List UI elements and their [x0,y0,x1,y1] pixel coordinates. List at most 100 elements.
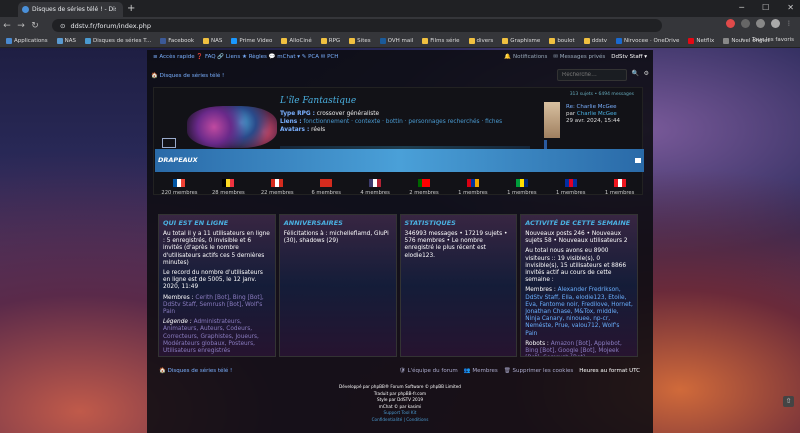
flags-title: DRAPEAUX [158,156,198,164]
site-info-icon[interactable]: ⊙ [60,22,65,30]
bookmark[interactable]: AlloCiné [281,37,312,44]
flag-icon [369,178,382,187]
folder-icon [468,37,475,44]
breadcrumb[interactable]: 🏠 Disques de séries télé ! [151,73,224,79]
crystals-image [187,106,277,148]
flag-item[interactable]: 1 membres [546,172,595,202]
reload-icon[interactable]: ↻ [28,21,42,31]
weekly-members[interactable]: Alexander Fredrikson, DdStv Staff, Ella,… [525,287,633,336]
panel-title: STATISTIQUES [404,219,456,227]
bookmark[interactable]: boulot [549,37,575,44]
url-field[interactable]: ⊙ ddstv.fr/forum/index.php [52,19,662,32]
bookmark[interactable]: Sites [349,37,371,44]
search-input[interactable] [557,69,627,81]
topic-stats: 313 sujets • 6494 messages [569,92,634,97]
url-text: ddstv.fr/forum/index.php [70,21,151,30]
flag-icon [222,178,235,187]
folder-icon [320,37,327,44]
folder-icon [583,37,590,44]
breadcrumb[interactable]: 🏠 Disques de séries télé ! [159,368,232,374]
folder-icon [502,37,509,44]
bookmark[interactable]: NAS [56,37,76,44]
folder-icon [549,37,556,44]
close-window-icon[interactable]: ✕ [787,3,794,12]
forum-topnav: ≡ Accès rapide ❓ FAQ 🔗 Liens ★ Règles 💬 … [147,50,653,64]
extension-icon[interactable] [741,19,750,28]
minimize-icon[interactable]: ─ [739,3,744,12]
last-post: 313 sujets • 6494 messages Re: Charlie M… [544,92,634,144]
flag-item[interactable]: 1 membres [448,172,497,202]
facebook-icon [160,37,167,44]
delete-cookies-link[interactable]: 🗑 Supprimer les cookies [504,368,573,374]
quick-links[interactable]: ≡ Accès rapide ❓ FAQ 🔗 Liens ★ Règles 💬 … [153,54,338,60]
bookmark[interactable]: Applications [6,37,48,44]
panel-title: ANNIVERSAIRES [283,219,343,227]
bookmark[interactable]: Graphisme [502,37,540,44]
last-post-date: 29 avr. 2024, 15:44 [566,118,620,124]
bookmarks-bar: Applications NAS Disques de séries T... … [0,34,800,48]
privacy-terms-links[interactable]: Confidentialité | Conditions [300,417,500,424]
rpg-info: Type RPG : crossover généraliste Liens :… [280,111,503,133]
folder-icon [281,37,288,44]
flag-item[interactable]: 2 membres [400,172,449,202]
private-messages-link[interactable]: ✉ Messages privés [553,54,605,60]
bookmark[interactable]: ddstv [583,37,607,44]
flag-icon [564,178,577,187]
flag-item[interactable]: 1 membres [497,172,546,202]
maximize-icon[interactable]: ☐ [762,3,769,12]
flag-icon [173,178,186,187]
notifications-link[interactable]: 🔔 Notifications [504,54,547,60]
user-menu[interactable]: DdStv Staff ▾ [611,54,647,60]
rpg-title[interactable]: L'île Fantastique [280,96,356,106]
flag-item[interactable]: 4 membres [351,172,400,202]
extension-icon[interactable] [726,19,735,28]
flag-item[interactable]: 1 membres [595,172,644,202]
search-icon[interactable]: 🔍 [632,70,639,77]
forum-footer-nav: 🏠 Disques de séries télé ! 🛡 L'équipe du… [155,365,644,377]
flag-count: 2 membres [409,189,439,196]
bookmark[interactable]: Facebook [160,37,194,44]
flag-count: 1 membres [458,189,488,196]
rpg-links[interactable]: fonctionnement · contexte · bottin · per… [303,119,502,125]
avatar[interactable] [544,102,560,138]
bookmark[interactable]: Nirvocee · OneDrive [615,37,679,44]
menu-icon[interactable]: ⋮ [786,20,792,27]
address-bar-row: ← → ↻ ⊙ ddstv.fr/forum/index.php ⋮ [0,17,800,34]
flag-item[interactable]: 6 membres [302,172,351,202]
flag-item[interactable]: 220 membres [155,172,204,202]
folder-icon [203,37,210,44]
all-bookmarks[interactable]: » Tous les favoris [741,37,794,43]
team-link[interactable]: 🛡 L'équipe du forum [399,368,458,374]
members-link[interactable]: 👥 Membres [464,368,498,374]
ovh-icon [379,37,386,44]
bookmark[interactable]: Disques de séries T... [84,37,151,44]
bookmark[interactable]: NAS [203,37,222,44]
collapse-icon[interactable] [635,158,641,163]
avatar[interactable] [771,19,780,28]
flag-item[interactable]: 22 membres [253,172,302,202]
flags-header: DRAPEAUX [155,149,644,172]
flag-count: 1 membres [604,189,635,196]
forward-icon[interactable]: → [14,21,28,31]
flag-icon [320,178,333,187]
flag-count: 1 membres [555,189,586,196]
flag-icon [466,178,479,187]
back-icon[interactable]: ← [0,21,14,31]
bookmark[interactable]: divers [468,37,493,44]
bookmark[interactable]: Prime Video [231,37,272,44]
activity-panel: ACTIVITÉ DE CETTE SEMAINE Nouveaux posts… [520,214,638,357]
extensions-puzzle-icon[interactable] [756,19,765,28]
favicon-icon [22,6,29,13]
flag-item[interactable]: 28 membres [204,172,253,202]
bookmark[interactable]: Netflix [688,37,714,44]
bookmark[interactable]: OVH mail [379,37,413,44]
last-post-title[interactable]: Re: Charlie McGee [566,104,620,111]
new-tab-icon[interactable]: + [127,3,135,14]
bookmark[interactable]: RPG [320,37,340,44]
bookmark[interactable]: Films série [422,37,460,44]
site-bar: 🏠 Disques de séries télé ! 🔍 ⚙ [151,69,649,83]
browser-tab[interactable]: Disques de séries télé ! - Disq... ✕ [18,2,123,17]
back-to-top-icon[interactable]: ⇧ [783,396,794,407]
last-post-author[interactable]: Charlie McGee [577,111,617,117]
gear-icon[interactable]: ⚙ [644,70,649,77]
